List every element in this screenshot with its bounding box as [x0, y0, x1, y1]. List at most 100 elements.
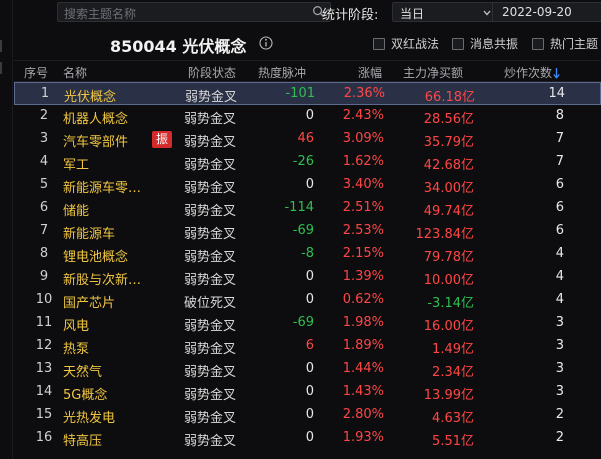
table-row[interactable]: 3 汽车零部件 振弱势金叉 46 3.09% 35.79亿 7: [14, 128, 601, 151]
edge-marker: [0, 62, 2, 74]
row-change-pct: 1.39%: [342, 269, 384, 284]
row-topic-name[interactable]: 风电: [63, 315, 89, 334]
col-header-heat[interactable]: 热度脉冲: [258, 64, 306, 81]
filter-checkbox-xiaoxi[interactable]: 消息共振: [452, 35, 518, 52]
row-hype-count: 7: [555, 154, 564, 169]
row-index: 1: [40, 86, 50, 101]
row-index: 6: [39, 200, 49, 215]
row-hype-count: 3: [555, 384, 564, 399]
table-row[interactable]: 4 军工 弱势金叉 -26 1.62% 42.68亿 7: [14, 151, 601, 174]
row-topic-name[interactable]: 军工: [63, 154, 89, 173]
row-stage-state: 弱势金叉: [184, 204, 237, 219]
row-change-pct: 1.43%: [342, 384, 384, 399]
search-input[interactable]: 搜索主题名称: [57, 2, 331, 22]
row-change-pct: 1.98%: [342, 315, 384, 330]
row-hype-count: 3: [555, 338, 564, 353]
row-hype-count: 2: [555, 407, 564, 422]
row-hype-count: 7: [555, 131, 564, 146]
period-select[interactable]: 当日: [392, 2, 498, 22]
table-row[interactable]: 11 风电 弱势金叉 -69 1.98% 16.00亿 3: [14, 312, 601, 335]
row-stage-state: 弱势金叉: [184, 273, 237, 288]
table-row[interactable]: 12 热泵 弱势金叉 6 1.89% 1.49亿 3: [14, 335, 601, 358]
table-row[interactable]: 6 储能 弱势金叉 -114 2.51% 49.74亿 6: [14, 197, 601, 220]
row-net-inflow: 10.00亿: [423, 273, 474, 288]
row-index: 12: [35, 338, 53, 353]
row-topic-name[interactable]: 储能: [63, 200, 89, 219]
table-row[interactable]: 13 天然气 弱势金叉 0 1.44% 2.34亿 3: [14, 358, 601, 381]
row-heat-pulse: -26: [292, 154, 314, 169]
row-index: 3: [39, 131, 49, 146]
period-value: 当日: [400, 7, 425, 21]
col-header-no[interactable]: 序号: [24, 64, 48, 81]
row-index: 9: [39, 269, 49, 284]
row-net-inflow: 5.51亿: [432, 434, 474, 449]
sort-desc-icon: [553, 68, 560, 79]
row-heat-pulse: 46: [297, 131, 314, 146]
row-topic-name[interactable]: 机器人概念: [63, 108, 128, 127]
row-change-pct: 2.15%: [342, 246, 384, 261]
row-net-inflow: 16.00亿: [423, 319, 474, 334]
date-value: 2022-09-20: [502, 5, 572, 19]
row-topic-name[interactable]: 5G概念: [63, 384, 107, 403]
row-net-inflow: 1.49亿: [432, 342, 474, 357]
table-row[interactable]: 10 国产芯片 破位死叉 0 0.62% -3.14亿 4: [14, 289, 601, 312]
filter-checkbox-remen[interactable]: 热门主题: [532, 35, 598, 52]
col-header-name[interactable]: 名称: [63, 64, 87, 81]
table-row[interactable]: 1 光伏概念 弱势金叉 -101 2.36% 66.18亿 14: [14, 82, 601, 105]
row-change-pct: 2.36%: [343, 86, 385, 101]
row-topic-name[interactable]: 新股与次新…: [63, 269, 141, 288]
filter-label: 热门主题: [550, 37, 599, 51]
table-row[interactable]: 9 新股与次新… 弱势金叉 0 1.39% 10.00亿 4: [14, 266, 601, 289]
row-topic-name[interactable]: 锂电池概念: [63, 246, 128, 265]
row-hype-count: 6: [555, 200, 564, 215]
row-topic-name[interactable]: 特高压: [63, 430, 102, 449]
col-header-count[interactable]: 炒作次数: [504, 64, 560, 81]
filter-checkbox-shuanghong[interactable]: 双红战法: [373, 35, 439, 52]
row-index: 14: [35, 384, 53, 399]
row-topic-name[interactable]: 热泵: [63, 338, 89, 357]
table-row[interactable]: 16 特高压 弱势金叉 0 1.93% 5.51亿 2: [14, 427, 601, 450]
row-index: 8: [39, 246, 49, 261]
page-title: 850044 光伏概念: [110, 37, 247, 56]
row-topic-name[interactable]: 汽车零部件: [63, 131, 128, 150]
checkbox-box[interactable]: [373, 37, 385, 50]
checkbox-box[interactable]: [452, 37, 464, 50]
table-row[interactable]: 14 5G概念 弱势金叉 0 1.43% 13.99亿 3: [14, 381, 601, 404]
row-topic-name[interactable]: 新能源车零…: [63, 177, 141, 196]
row-change-pct: 1.62%: [342, 154, 384, 169]
row-change-pct: 3.09%: [342, 131, 384, 146]
row-heat-pulse: 0: [305, 430, 314, 445]
row-hype-count: 3: [555, 315, 564, 330]
row-topic-name[interactable]: 国产芯片: [63, 292, 115, 311]
table-header: 序号 名称 阶段状态 热度脉冲 涨幅 主力净买额 炒作次数: [14, 60, 601, 82]
checkbox-box[interactable]: [532, 37, 544, 50]
col-header-pct[interactable]: 涨幅: [358, 64, 382, 81]
table-row[interactable]: 7 新能源车 弱势金叉 -69 2.53% 123.84亿 6: [14, 220, 601, 243]
row-net-inflow: 79.78亿: [423, 250, 474, 265]
row-index: 2: [39, 108, 49, 123]
col-header-flow[interactable]: 主力净买额: [403, 64, 463, 81]
row-net-inflow: 13.99亿: [423, 388, 474, 403]
row-hype-count: 14: [548, 86, 565, 101]
row-topic-name[interactable]: 光热发电: [63, 407, 115, 426]
row-net-inflow: 28.56亿: [423, 112, 474, 127]
col-header-count-label: 炒作次数: [504, 66, 553, 80]
col-header-state[interactable]: 阶段状态: [188, 64, 236, 81]
row-hype-count: 2: [555, 430, 564, 445]
row-hype-count: 4: [555, 246, 564, 261]
row-topic-name[interactable]: 新能源车: [63, 223, 115, 242]
row-stage-state: 弱势金叉: [184, 434, 237, 449]
table-row[interactable]: 2 机器人概念 弱势金叉 0 2.43% 28.56亿 8: [14, 105, 601, 128]
row-topic-name[interactable]: 光伏概念: [64, 86, 116, 105]
row-index: 13: [35, 361, 53, 376]
date-picker[interactable]: 2022-09-20: [492, 2, 601, 22]
row-topic-name[interactable]: 天然气: [63, 361, 102, 380]
row-net-inflow: 34.00亿: [423, 181, 474, 196]
edge-marker: [0, 40, 2, 52]
table-row[interactable]: 8 锂电池概念 弱势金叉 -8 2.15% 79.78亿 4: [14, 243, 601, 266]
row-heat-pulse: 0: [305, 407, 314, 422]
table-row[interactable]: 5 新能源车零… 弱势金叉 0 3.40% 34.00亿 6: [14, 174, 601, 197]
table-row[interactable]: 15 光热发电 弱势金叉 0 2.80% 4.63亿 2: [14, 404, 601, 427]
info-icon[interactable]: [259, 36, 273, 50]
row-hype-count: 8: [555, 108, 564, 123]
